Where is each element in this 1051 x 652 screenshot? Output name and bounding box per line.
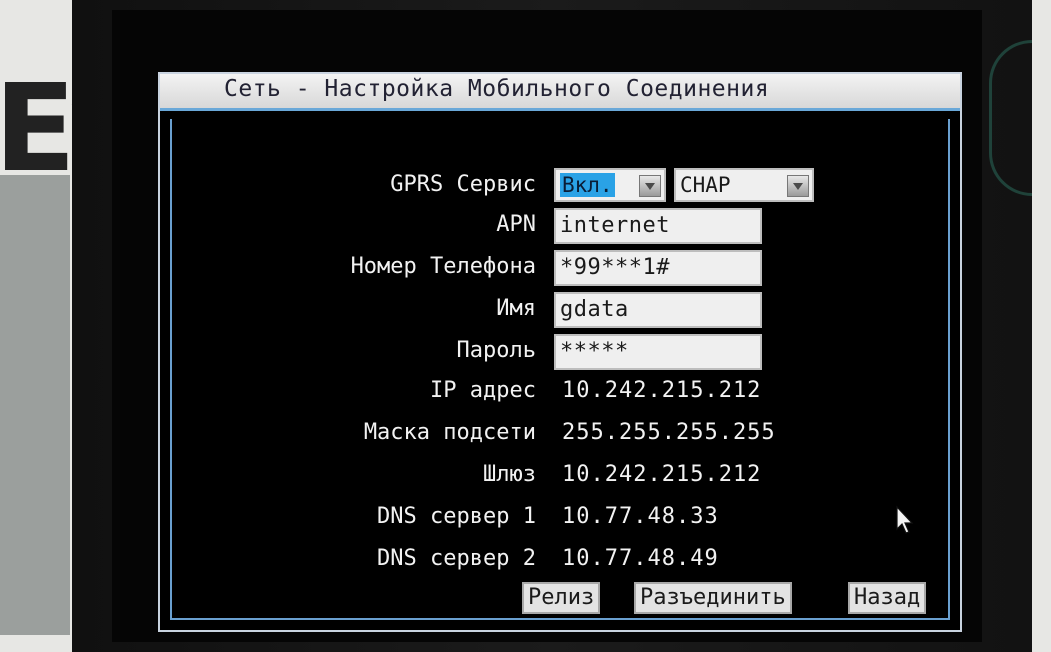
mobile-connection-dialog: Сеть - Настройка Мобильного Соединения G… <box>158 72 962 632</box>
ip-value: 10.242.215.212 <box>562 378 762 403</box>
auth-type-value: CHAP <box>680 173 731 197</box>
gateway-row: Шлюз 10.242.215.212 <box>160 456 964 496</box>
phone-label: Номер Телефона <box>350 254 536 279</box>
gprs-label: GPRS Сервис <box>390 172 536 197</box>
mask-label: Маска подсети <box>363 420 536 445</box>
mask-row: Маска подсети 255.255.255.255 <box>160 414 964 454</box>
username-input[interactable]: gdata <box>554 292 762 328</box>
disconnect-button[interactable]: Разъединить <box>634 582 792 614</box>
mask-value: 255.255.255.255 <box>562 420 776 445</box>
background-ring <box>989 40 1032 196</box>
chevron-down-icon[interactable] <box>639 175 661 197</box>
phone-row: Номер Телефона *99***1# <box>160 248 964 288</box>
apn-input[interactable]: internet <box>554 208 762 244</box>
auth-type-select[interactable]: CHAP <box>674 168 814 202</box>
apn-row: APN internet <box>160 206 964 246</box>
gprs-service-select[interactable]: Вкл. <box>554 168 666 202</box>
dialog-title: Сеть - Настройка Мобильного Соединения <box>224 76 770 102</box>
ip-row: IP адрес 10.242.215.212 <box>160 372 964 412</box>
gprs-row: GPRS Сервис Вкл. CHAP <box>160 166 964 206</box>
back-button[interactable]: Назад <box>848 582 927 614</box>
ip-label: IP адрес <box>430 378 536 403</box>
username-row: Имя gdata <box>160 290 964 330</box>
password-input[interactable]: ***** <box>554 334 762 370</box>
password-row: Пароль ***** <box>160 332 964 372</box>
gateway-value: 10.242.215.212 <box>562 462 762 487</box>
gateway-label: Шлюз <box>483 462 536 487</box>
mouse-pointer-icon <box>896 505 914 534</box>
dns2-row: DNS сервер 2 10.77.48.49 <box>160 540 964 580</box>
dns2-label: DNS сервер 2 <box>377 546 536 571</box>
release-button[interactable]: Релиз <box>522 582 601 614</box>
dialog-titlebar: Сеть - Настройка Мобильного Соединения <box>160 74 960 111</box>
background-strip <box>0 175 70 635</box>
dns1-value: 10.77.48.33 <box>562 504 719 529</box>
dns2-value: 10.77.48.49 <box>562 546 719 571</box>
gprs-service-value: Вкл. <box>560 173 615 197</box>
dns1-label: DNS сервер 1 <box>377 504 536 529</box>
apn-label: APN <box>496 212 536 237</box>
phone-number-input[interactable]: *99***1# <box>554 250 762 286</box>
chevron-down-icon[interactable] <box>787 175 809 197</box>
password-label: Пароль <box>456 338 536 363</box>
dns1-row: DNS сервер 1 10.77.48.33 <box>160 498 964 538</box>
username-label: Имя <box>496 296 536 321</box>
